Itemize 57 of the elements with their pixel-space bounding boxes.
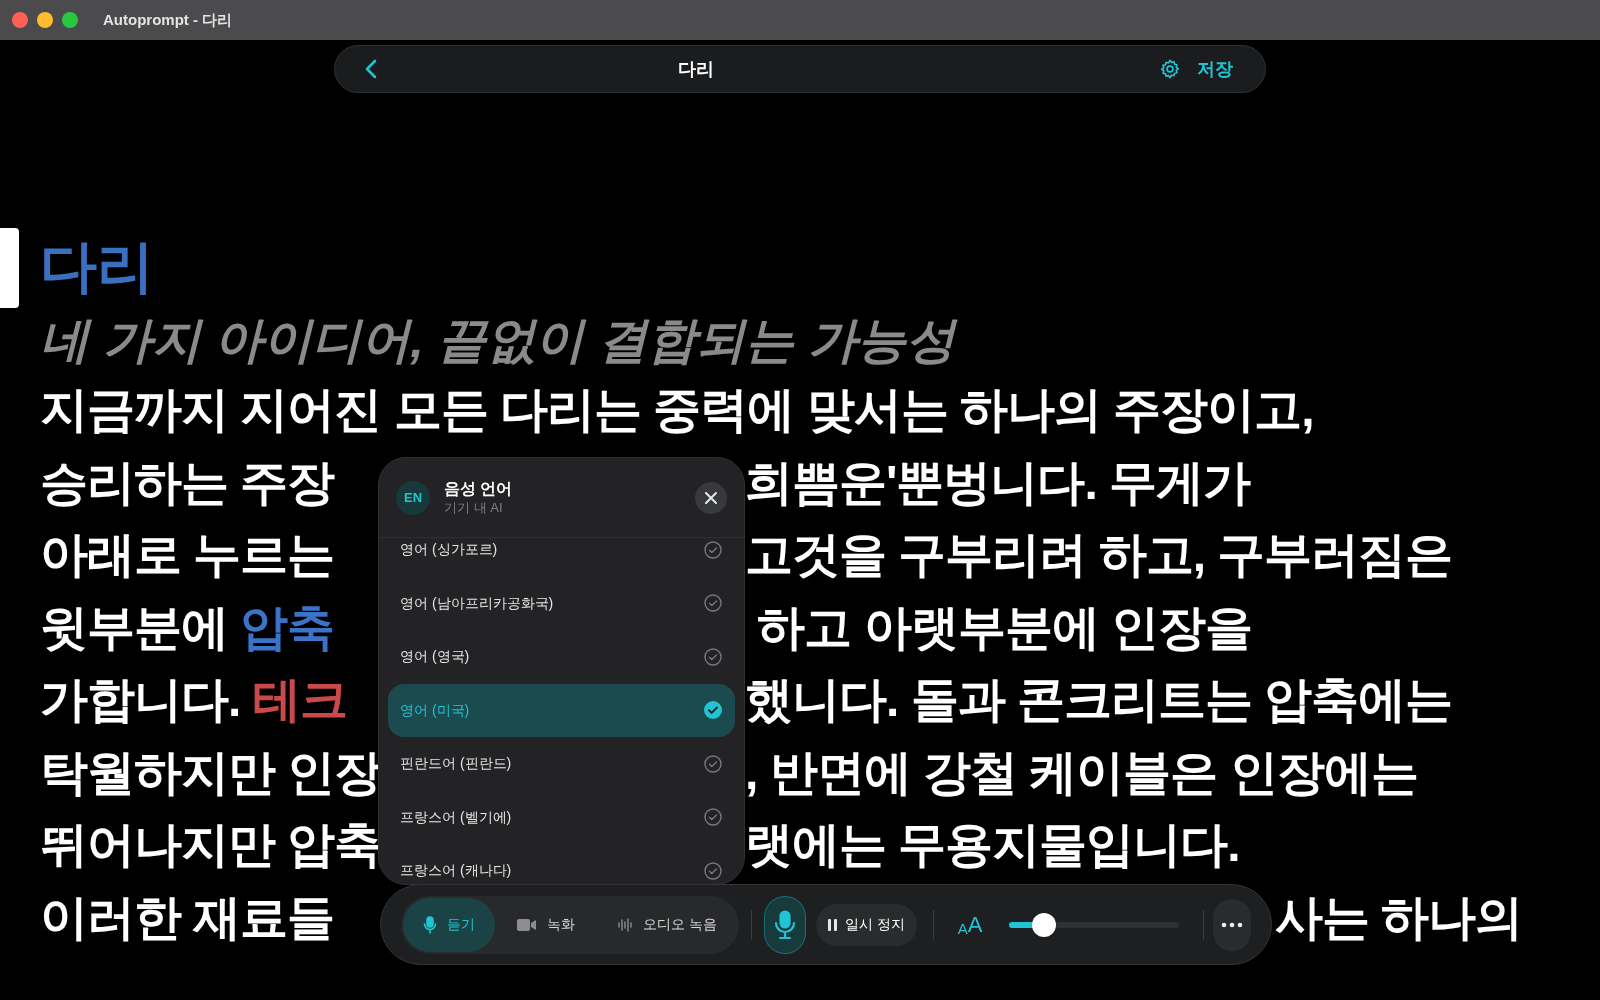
microphone-icon xyxy=(423,915,437,934)
check-circle-icon xyxy=(703,700,723,721)
font-size-label: AA xyxy=(957,913,983,936)
body-text: 희쁨운'뿐벙니다. 무게가 xyxy=(745,454,1251,511)
body-text: 뛰어나지만 압축 xyxy=(40,817,382,873)
popup-title: 음성 언어 xyxy=(444,478,514,499)
body-text: 탁월하지만 인장 xyxy=(40,744,382,801)
window-title: Autoprompt - 다리 xyxy=(103,9,233,30)
body-text: 고것을 구부리려 하고, 구부러짐은 xyxy=(745,527,1453,583)
check-outline-icon xyxy=(703,539,723,560)
mode-tab[interactable]: 오디오 녹음 xyxy=(597,897,737,952)
body-text: 사는 하나의 xyxy=(1275,889,1523,946)
check-outline-icon xyxy=(703,753,723,774)
body-text: 윗부분에 압축 xyxy=(40,599,335,656)
check-outline-icon xyxy=(703,860,723,881)
body-text: 했니다. 돌과 콘크리트는 압축에는 xyxy=(745,672,1453,728)
language-badge: EN xyxy=(396,480,430,515)
body-text: , 반면에 강철 케이블은 인장에는 xyxy=(745,744,1418,801)
body-text: 랫에는 무용지물입니다. xyxy=(745,817,1240,873)
mode-tab[interactable]: 듣기 xyxy=(403,897,495,952)
microphone-icon xyxy=(773,909,796,940)
font-size-slider[interactable] xyxy=(1008,912,1179,937)
save-button[interactable]: 저장 xyxy=(1197,55,1233,83)
language-option[interactable]: 핀란드어 (핀란드) xyxy=(388,737,735,791)
check-outline-icon xyxy=(703,593,723,614)
language-option[interactable]: 영어 (영국) xyxy=(388,630,735,684)
chevron-left-icon xyxy=(364,58,378,80)
more-button[interactable] xyxy=(1213,898,1251,951)
video-camera-icon xyxy=(517,917,537,932)
zoom-button[interactable] xyxy=(62,12,78,28)
close-button[interactable] xyxy=(695,481,727,514)
slider-thumb[interactable] xyxy=(1031,912,1056,937)
body-text: 가합니다. 테크 xyxy=(40,672,347,728)
pause-icon xyxy=(828,918,838,931)
pause-button[interactable]: 일시 정지 xyxy=(816,903,918,946)
check-outline-icon xyxy=(703,807,723,828)
more-icon xyxy=(1221,921,1244,928)
document-title: 다리 xyxy=(40,233,154,300)
body-text: 이러한 재료들 xyxy=(40,889,335,946)
popup-subtitle: 기기 내 AI xyxy=(444,498,504,517)
check-outline-icon xyxy=(703,646,723,667)
waveform-icon xyxy=(617,916,633,933)
close-icon xyxy=(705,491,717,504)
settings-icon[interactable] xyxy=(1159,58,1181,80)
microphone-button[interactable] xyxy=(763,895,807,954)
language-option[interactable]: 영어 (미국) xyxy=(388,683,735,737)
body-text: 승리하는 주장 xyxy=(40,454,335,511)
language-option[interactable]: 영어 (남아프리카공화국) xyxy=(388,576,735,630)
page-title: 다리 xyxy=(677,57,715,81)
language-option[interactable]: 영어 (싱가포르) xyxy=(388,523,735,577)
language-option[interactable]: 프랑스어 (벨기에) xyxy=(388,790,735,844)
body-text: 아래로 누르는 xyxy=(40,527,335,583)
mode-tab[interactable]: 녹화 xyxy=(497,897,595,952)
minimize-button[interactable] xyxy=(37,12,53,28)
body-text: 지금까지 지어진 모든 다리는 중력에 맞서는 하나의 주장이고, xyxy=(40,382,1314,438)
body-text: 하고 아랫부분에 인장을 xyxy=(756,599,1252,656)
language-option[interactable]: 프랑스어 (캐나다) xyxy=(388,844,735,884)
